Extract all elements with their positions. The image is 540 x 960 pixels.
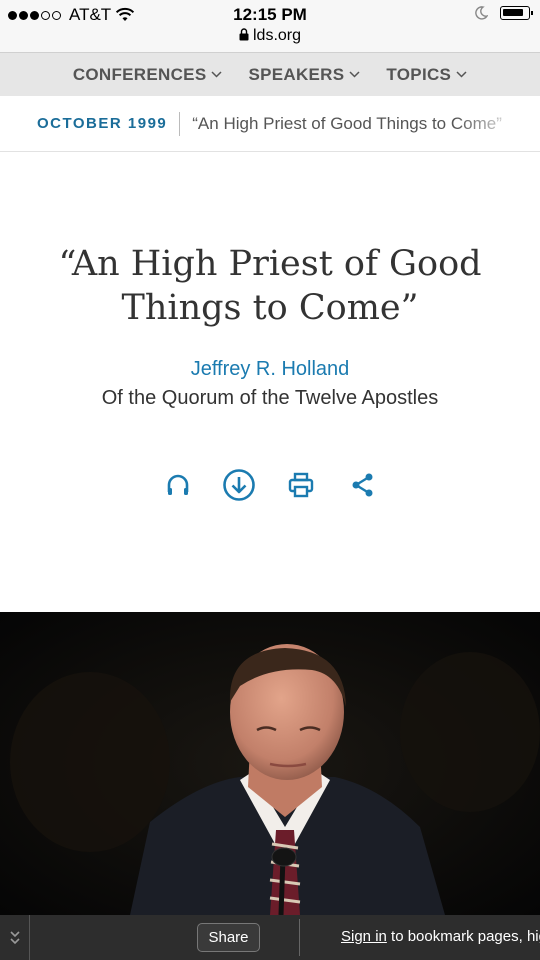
download-button[interactable] [221,467,257,503]
lock-icon [239,28,249,41]
chevron-down-icon [211,71,222,78]
nav-topics-label: TOPICS [386,64,452,84]
clock: 12:15 PM [233,5,307,24]
speaker-role: Of the Quorum of the Twelve Apostles [101,387,439,409]
nav-conferences[interactable]: CONFERENCES [73,65,223,85]
bottom-share-button[interactable]: Share [197,923,260,952]
talk-title-line-2: Things to Come” [121,288,419,328]
address-bar[interactable]: lds.org [0,27,540,45]
nav-speakers-label: SPEAKERS [248,64,345,84]
print-button[interactable] [283,467,319,503]
headphones-icon [167,474,189,495]
speaker-photo [0,612,540,915]
breadcrumb-talk-title: “An High Priest of Good Things to Come” [192,113,502,133]
talk-title-line-1: “An High Priest of Good [58,244,482,284]
speaker-name[interactable]: Jeffrey R. Holland [0,358,540,381]
signin-prompt-text: to bookmark pages, higl [386,928,540,945]
collapse-handle[interactable] [0,915,30,960]
talk-actions [160,467,380,503]
status-bar: AT&T 12:15 PM lds.org [0,0,540,52]
breadcrumb-conference-date[interactable]: OCTOBER 1999 [37,115,167,132]
speaker-portrait-image [0,612,540,915]
download-icon [223,469,256,501]
bottom-bar: Share Sign in to bookmark pages, higl [0,915,540,960]
print-icon [288,472,313,498]
chevron-down-icon [349,71,360,78]
breadcrumb: OCTOBER 1999 “An High Priest of Good Thi… [0,96,540,152]
share-icon [352,473,373,497]
chevron-double-down-icon [9,930,20,944]
share-button[interactable] [344,467,380,503]
signin-prompt: Sign in to bookmark pages, higl [341,928,540,945]
breadcrumb-divider [179,111,181,136]
bottom-bar-divider [299,919,300,956]
chevron-down-icon [456,71,467,78]
talk-title: “An High Priest of Good Things to Come” [30,242,510,330]
nav-topics[interactable]: TOPICS [386,65,467,85]
url-text: lds.org [252,27,302,44]
signin-link[interactable]: Sign in [341,928,387,945]
status-icons [474,6,533,20]
top-nav: CONFERENCES SPEAKERS TOPICS [0,52,540,96]
listen-button[interactable] [160,467,196,503]
moon-icon [475,6,488,20]
nav-conferences-label: CONFERENCES [72,64,207,84]
nav-speakers[interactable]: SPEAKERS [248,65,360,85]
battery-icon [500,6,533,20]
